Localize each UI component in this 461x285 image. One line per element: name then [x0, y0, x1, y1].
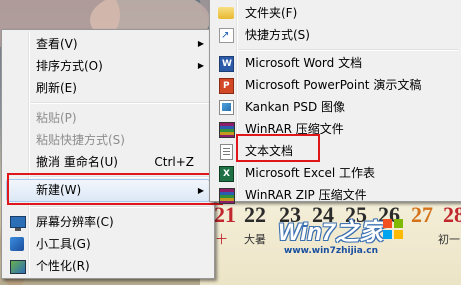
- winrar-icon: [219, 122, 235, 138]
- new-submenu: 文件夹(F) 快捷方式(S) Microsoft Word 文档 Microso…: [209, 0, 461, 204]
- submenu-item-shortcut[interactable]: 快捷方式(S): [212, 24, 460, 47]
- submenu-item-excel[interactable]: Microsoft Excel 工作表: [212, 162, 460, 185]
- menu-item-paste[interactable]: 粘贴(P): [4, 107, 212, 129]
- windows-logo-icon: [383, 219, 403, 239]
- submenu-item-label: 文件夹(F): [245, 6, 298, 20]
- submenu-item-word[interactable]: Microsoft Word 文档: [212, 52, 460, 75]
- menu-item-label: 查看(V): [36, 37, 78, 51]
- menu-item-label: 个性化(R): [36, 259, 90, 273]
- shortcut-label: Ctrl+Z: [154, 155, 194, 169]
- calendar-sub: 大暑: [244, 233, 266, 246]
- gadget-icon: [10, 237, 24, 251]
- menu-item-view[interactable]: 查看(V) ▶: [4, 33, 212, 55]
- annotation-box-new: [7, 173, 223, 205]
- calendar-sub: 十: [216, 233, 227, 246]
- submenu-arrow-icon: ▶: [197, 39, 204, 48]
- menu-item-label: 粘贴(P): [36, 111, 77, 125]
- watermark: Win7之家 www.win7zhijia.cn: [272, 212, 452, 264]
- submenu-item-winrar-zip[interactable]: WinRAR ZIP 压缩文件: [212, 184, 460, 206]
- winrar-zip-icon: [219, 188, 235, 204]
- menu-item-label: 小工具(G): [36, 237, 91, 251]
- image-icon: [219, 100, 234, 115]
- shortcut-icon: [219, 25, 234, 47]
- menu-item-refresh[interactable]: 刷新(E): [4, 77, 212, 99]
- menu-item-undo-rename[interactable]: 撤消 重命名(U) Ctrl+Z: [4, 151, 212, 173]
- excel-icon: [219, 163, 234, 185]
- menu-item-label: 刷新(E): [36, 81, 77, 95]
- menu-separator: [30, 206, 210, 208]
- desktop-context-menu: 查看(V) ▶ 排序方式(O) ▶ 刷新(E) 粘贴(P) 粘贴快捷方式(S) …: [1, 29, 215, 279]
- submenu-item-label: WinRAR ZIP 压缩文件: [245, 188, 367, 202]
- menu-item-personalize[interactable]: 个性化(R): [4, 255, 212, 277]
- menu-item-label: 排序方式(O): [36, 59, 103, 73]
- menu-separator: [238, 49, 458, 51]
- submenu-item-label: Kankan PSD 图像: [245, 100, 346, 114]
- submenu-item-label: Microsoft Word 文档: [245, 56, 363, 70]
- submenu-arrow-icon: ▶: [197, 61, 204, 70]
- personalize-icon: [10, 260, 26, 274]
- folder-icon: [218, 7, 234, 19]
- menu-item-sort[interactable]: 排序方式(O) ▶: [4, 55, 212, 77]
- monitor-icon: [10, 216, 26, 231]
- submenu-item-label: Microsoft Excel 工作表: [245, 166, 376, 180]
- powerpoint-icon: [219, 75, 234, 97]
- menu-item-gadgets[interactable]: 小工具(G): [4, 233, 212, 255]
- submenu-item-label: 快捷方式(S): [245, 28, 310, 42]
- watermark-logo: Win7之家: [278, 219, 384, 246]
- submenu-item-folder[interactable]: 文件夹(F): [212, 2, 460, 24]
- watermark-url: www.win7zhijia.cn: [284, 246, 378, 256]
- submenu-item-kankan-psd[interactable]: Kankan PSD 图像: [212, 96, 460, 118]
- menu-item-screen-resolution[interactable]: 屏幕分辨率(C): [4, 211, 212, 233]
- annotation-box-text-document: [236, 134, 320, 162]
- submenu-item-label: Microsoft PowerPoint 演示文稿: [245, 78, 422, 92]
- menu-item-label: 粘贴快捷方式(S): [36, 133, 125, 147]
- text-document-icon: [220, 144, 233, 160]
- menu-item-label: 屏幕分辨率(C): [36, 215, 114, 229]
- menu-item-paste-shortcut[interactable]: 粘贴快捷方式(S): [4, 129, 212, 151]
- submenu-item-powerpoint[interactable]: Microsoft PowerPoint 演示文稿: [212, 74, 460, 97]
- word-icon: [219, 53, 234, 75]
- menu-item-label: 撤消 重命名(U): [36, 155, 118, 169]
- menu-separator: [30, 102, 210, 104]
